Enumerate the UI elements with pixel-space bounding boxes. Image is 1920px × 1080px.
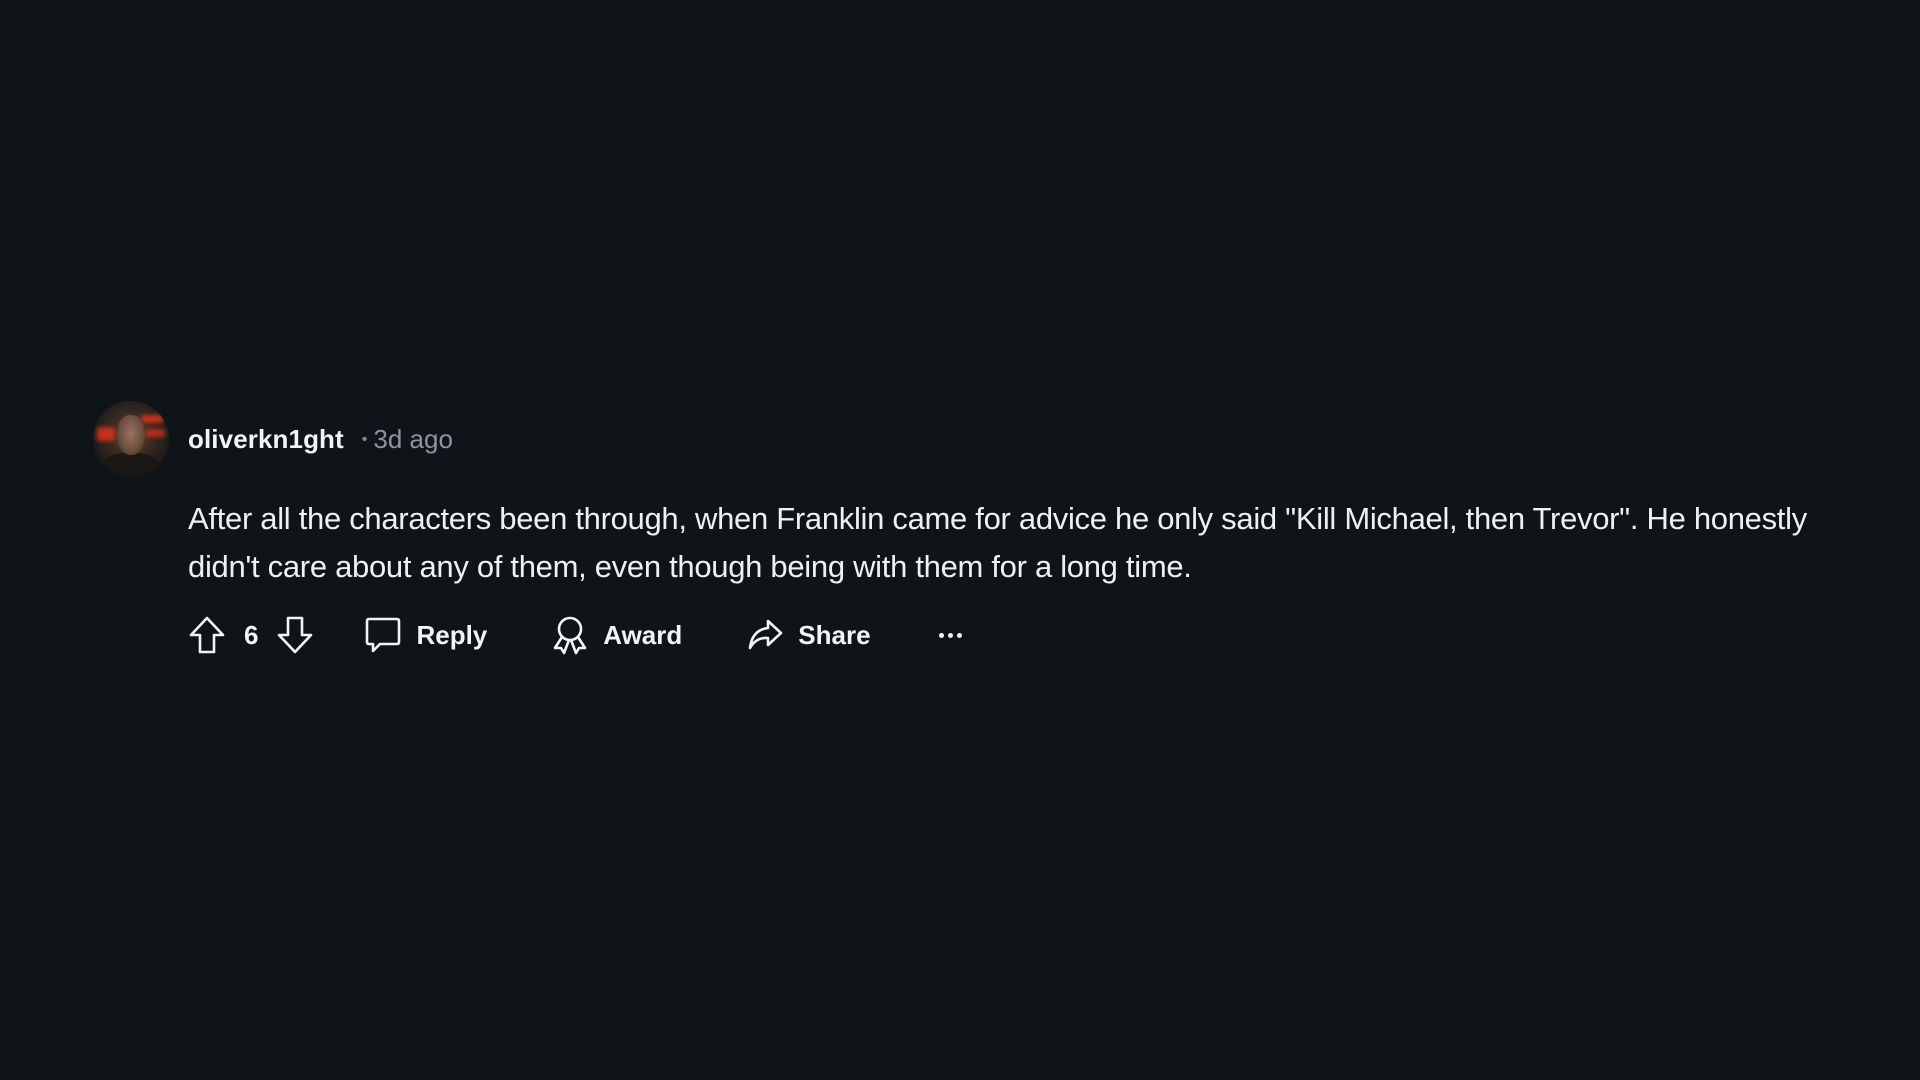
reply-label: Reply <box>416 619 488 650</box>
comment-body: After all the characters been through, w… <box>188 501 1807 584</box>
arrow-down-outline-icon <box>278 616 313 654</box>
upvote-button[interactable] <box>188 615 226 655</box>
share-label: Share <box>798 619 871 650</box>
ellipsis-icon <box>938 632 962 638</box>
meta-separator: • <box>361 431 368 448</box>
reply-button[interactable]: Reply <box>364 615 487 655</box>
comment: oliverkn1ght • 3d ago After all the char… <box>93 401 1873 663</box>
speech-bubble-icon <box>366 617 401 653</box>
comment-action-bar: 6 Reply Award Share <box>188 607 1873 663</box>
author-username[interactable]: oliverkn1ght <box>188 424 344 455</box>
share-arrow-icon <box>748 619 783 650</box>
vote-count: 6 <box>244 619 259 650</box>
ribbon-award-icon <box>553 616 587 655</box>
arrow-up-outline-icon <box>189 616 225 654</box>
comment-timestamp[interactable]: 3d ago <box>373 424 453 455</box>
avatar[interactable] <box>93 401 169 477</box>
more-options-button[interactable] <box>938 632 962 638</box>
award-label: Award <box>603 619 683 650</box>
award-button[interactable]: Award <box>551 614 682 656</box>
vote-group: 6 <box>188 615 314 655</box>
share-button[interactable]: Share <box>746 616 871 654</box>
comment-header: oliverkn1ght • 3d ago <box>93 401 1873 477</box>
downvote-button[interactable] <box>276 615 314 655</box>
